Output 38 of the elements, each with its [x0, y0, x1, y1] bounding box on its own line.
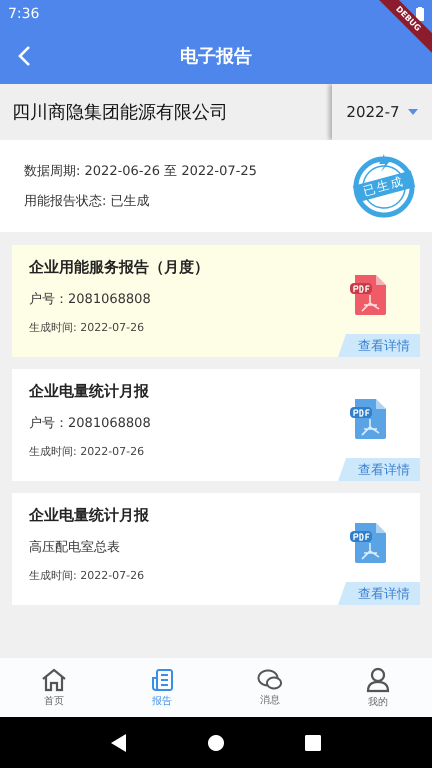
recents-nav-icon[interactable]	[305, 734, 322, 750]
report-title: 企业用能服务报告（月度）	[29, 258, 209, 277]
pdf-file-icon	[350, 275, 388, 315]
back-nav-icon[interactable]	[110, 734, 127, 752]
nav-tab[interactable]: 消息	[216, 658, 324, 717]
pdf-file-icon	[350, 399, 388, 439]
nav-tab[interactable]: 首页	[0, 658, 108, 717]
home-icon	[41, 668, 67, 692]
report-status: 用能报告状态: 已生成	[24, 193, 151, 210]
nav-tab[interactable]: 报告	[108, 658, 216, 717]
report-detail: 高压配电室总表	[29, 539, 121, 556]
caret-icon	[408, 109, 418, 115]
person-icon	[366, 666, 390, 692]
view-details-button[interactable]: 查看详情	[338, 458, 420, 481]
generated-stamp: 已生成	[350, 154, 418, 218]
document-icon	[150, 668, 174, 692]
period-dropdown[interactable]: 2022-7	[332, 84, 432, 140]
chat-icon	[257, 668, 283, 690]
report-card[interactable]: 企业电量统计月报 高压配电室总表 生成时间: 2022-07-26 查看详情	[12, 493, 420, 605]
page-title: 电子报告	[180, 45, 252, 68]
report-time: 生成时间: 2022-07-26	[29, 320, 146, 335]
company-name: 四川商隐集团能源有限公司	[11, 101, 229, 125]
report-time: 生成时间: 2022-07-26	[29, 444, 146, 459]
data-period: 数据周期: 2022-06-26 至 2022-07-25	[24, 163, 257, 180]
home-nav-icon[interactable]	[208, 734, 224, 750]
nav-tab[interactable]: 我的	[324, 658, 432, 717]
back-icon[interactable]	[17, 45, 31, 67]
report-detail: 户号：2081068808	[29, 415, 151, 432]
report-card[interactable]: 企业电量统计月报 户号：2081068808 生成时间: 2022-07-26 查看详情	[12, 369, 420, 481]
report-detail: 户号：2081068808	[29, 291, 152, 308]
view-details-button[interactable]: 查看详情	[338, 334, 420, 357]
report-time: 生成时间: 2022-07-26	[29, 568, 146, 583]
report-title: 企业电量统计月报	[29, 382, 150, 401]
report-card[interactable]: 企业用能服务报告（月度） 户号：2081068808 生成时间: 2022-07-26 查看详情	[12, 245, 420, 357]
status-time: 7:36	[8, 6, 40, 22]
pdf-file-icon	[350, 523, 388, 563]
view-details-button[interactable]: 查看详情	[338, 582, 420, 605]
report-title: 企业电量统计月报	[29, 506, 149, 525]
